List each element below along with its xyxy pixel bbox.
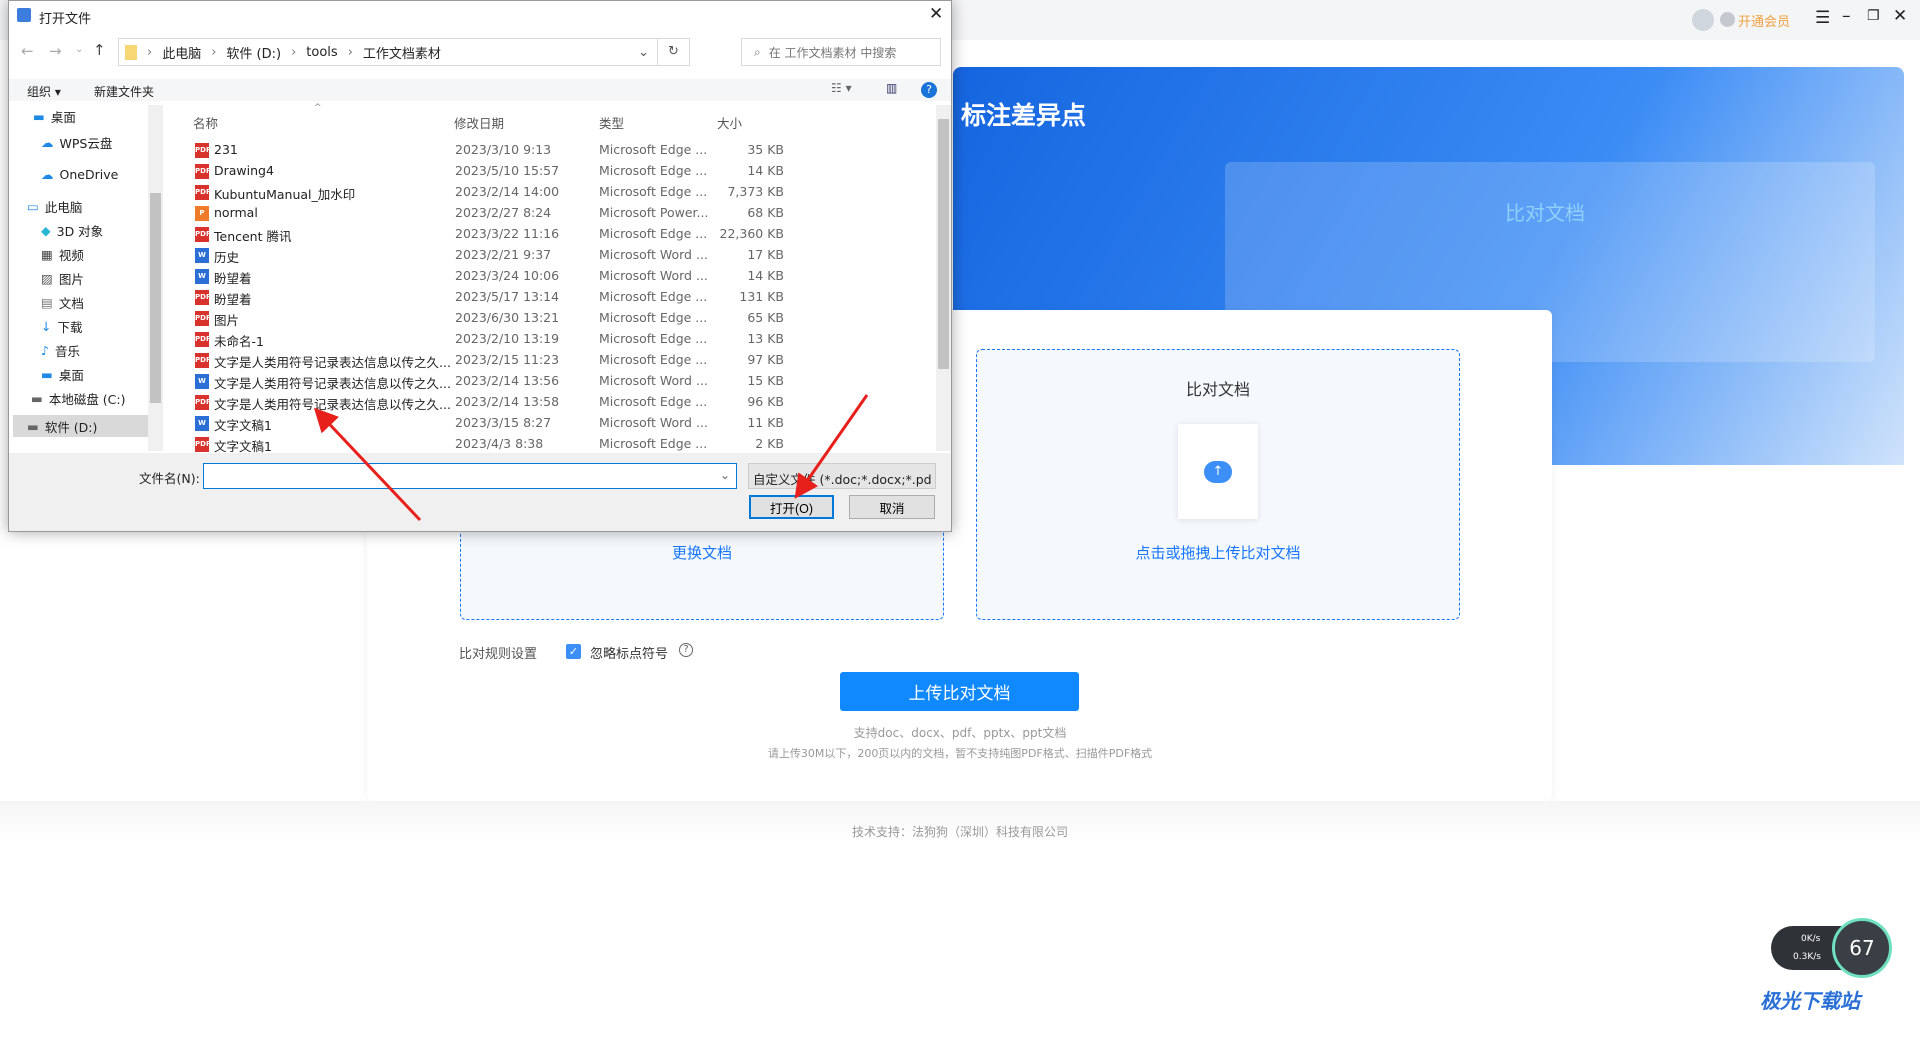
red-arrow-to-file: [313, 407, 422, 522]
annotation-arrows: [313, 394, 869, 522]
red-arrow-to-open: [794, 394, 869, 499]
